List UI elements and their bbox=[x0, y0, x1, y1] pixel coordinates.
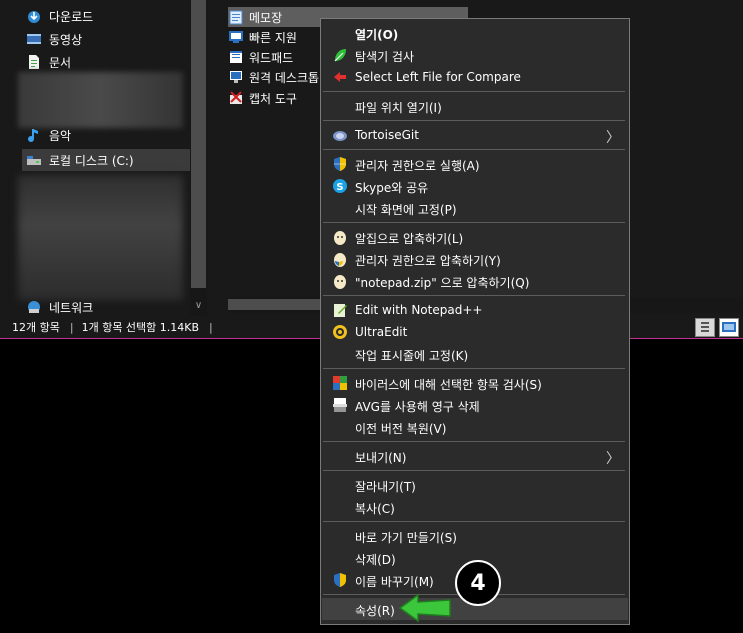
drive-icon bbox=[26, 152, 42, 168]
uac-shield-icon bbox=[332, 156, 348, 172]
menu-item-restore-previous[interactable]: 이전 버전 복원(V) bbox=[322, 416, 628, 438]
nav-scrollbar[interactable]: ∨ bbox=[190, 0, 207, 316]
svg-text:S: S bbox=[336, 182, 343, 193]
menu-item-pin-start[interactable]: 시작 화면에 고정(P) bbox=[322, 197, 628, 219]
remote-desktop-icon bbox=[228, 69, 244, 85]
skype-icon: S bbox=[332, 178, 348, 194]
large-icons-view-icon[interactable] bbox=[719, 318, 739, 337]
quick-assist-icon bbox=[228, 29, 244, 45]
file-item-remote-desktop[interactable]: 원격 데스크톱 bbox=[228, 67, 319, 87]
context-menu: 열기(O) 탐색기 검사 Select Left File for Compar… bbox=[320, 18, 630, 625]
file-item-label: 빠른 지원 bbox=[249, 30, 297, 45]
menu-item-virus-scan[interactable]: 바이러스에 대해 선택한 항목 검사(S) bbox=[322, 372, 628, 394]
status-divider: | bbox=[209, 320, 213, 334]
alzip-admin-icon bbox=[332, 251, 348, 267]
menu-item-ultraedit[interactable]: UltraEdit bbox=[322, 321, 628, 343]
file-item-label: 워드패드 bbox=[249, 50, 294, 65]
menu-separator bbox=[323, 149, 625, 150]
document-icon bbox=[26, 54, 42, 70]
notepad-icon bbox=[228, 9, 244, 25]
menu-item-pin-taskbar[interactable]: 작업 표시줄에 고정(K) bbox=[322, 343, 628, 365]
wordpad-icon bbox=[228, 49, 244, 65]
music-icon bbox=[26, 127, 42, 143]
avg-icon bbox=[332, 375, 348, 391]
menu-item-edit-notepadpp[interactable]: Edit with Notepad++ bbox=[322, 299, 628, 321]
alzip-egg-icon bbox=[332, 229, 348, 245]
scrollbar-thumb[interactable] bbox=[228, 299, 323, 310]
menu-separator bbox=[323, 470, 625, 471]
nav-item-label: 네트워크 bbox=[49, 300, 94, 315]
details-view-icon[interactable] bbox=[695, 318, 715, 337]
menu-item-tortoisegit[interactable]: TortoiseGit 〉 bbox=[322, 124, 628, 146]
menu-separator bbox=[323, 222, 625, 223]
menu-item-select-left-compare[interactable]: Select Left File for Compare bbox=[322, 66, 628, 88]
scrollbar-thumb[interactable] bbox=[191, 0, 206, 288]
nav-item-label: 문서 bbox=[49, 55, 72, 70]
nav-item-videos[interactable]: 동영상 bbox=[26, 28, 82, 50]
file-item-label: 메모장 bbox=[249, 10, 283, 25]
blurred-region bbox=[18, 72, 183, 128]
compare-arrow-icon bbox=[332, 69, 348, 85]
network-icon bbox=[26, 299, 42, 315]
nav-item-label: 다운로드 bbox=[49, 9, 94, 24]
menu-separator bbox=[323, 441, 625, 442]
nav-item-music[interactable]: 음악 bbox=[26, 124, 71, 146]
file-item-wordpad[interactable]: 워드패드 bbox=[228, 47, 293, 67]
chevron-right-icon: 〉 bbox=[606, 451, 620, 467]
nav-item-documents[interactable]: 문서 bbox=[26, 51, 71, 73]
menu-item-create-shortcut[interactable]: 바로 가기 만들기(S) bbox=[322, 525, 628, 547]
menu-separator bbox=[323, 368, 625, 369]
menu-item-admin-compress[interactable]: 관리자 권한으로 압축하기(Y) bbox=[322, 248, 628, 270]
alzip-egg-icon bbox=[332, 273, 348, 289]
pointing-arrow-icon bbox=[398, 593, 451, 623]
status-divider: | bbox=[69, 320, 74, 334]
menu-separator bbox=[323, 91, 625, 92]
scissors-icon bbox=[228, 90, 244, 106]
file-item-quick-assist[interactable]: 빠른 지원 bbox=[228, 27, 297, 47]
tortoisegit-icon bbox=[332, 127, 348, 143]
ultraedit-icon bbox=[332, 324, 348, 340]
file-item-snipping-tool[interactable]: 캡처 도구 bbox=[228, 88, 297, 108]
chevron-right-icon: 〉 bbox=[606, 130, 620, 146]
nav-item-downloads[interactable]: 다운로드 bbox=[26, 5, 93, 27]
menu-item-avg-shred[interactable]: AVG를 사용해 영구 삭제 bbox=[322, 394, 628, 416]
view-toggle bbox=[695, 318, 739, 337]
menu-item-open-file-location[interactable]: 파일 위치 열기(I) bbox=[322, 95, 628, 117]
menu-item-share-skype[interactable]: S Skype와 공유 bbox=[322, 175, 628, 197]
notepadpp-icon bbox=[332, 302, 348, 318]
navigation-pane: 다운로드 동영상 문서 음악 로컬 디스크 (C:) 네트워크 bbox=[0, 0, 192, 316]
selection-info: 1개 항목 선택함 1.14KB bbox=[81, 321, 200, 334]
blurred-region bbox=[18, 175, 183, 300]
file-item-label: 캡처 도구 bbox=[249, 91, 297, 106]
nav-item-label: 동영상 bbox=[49, 32, 83, 47]
menu-separator bbox=[323, 295, 625, 296]
shredder-icon bbox=[332, 397, 348, 413]
nav-item-label: 음악 bbox=[49, 128, 72, 143]
menu-item-compress-notepad-zip[interactable]: "notepad.zip" 으로 압축하기(Q) bbox=[322, 270, 628, 292]
video-icon bbox=[26, 31, 42, 47]
uac-shield-icon bbox=[332, 572, 348, 588]
nav-item-local-disk[interactable]: 로컬 디스크 (C:) bbox=[22, 149, 192, 171]
menu-item-copy[interactable]: 복사(C) bbox=[322, 496, 628, 518]
menu-separator bbox=[323, 120, 625, 121]
menu-separator bbox=[323, 521, 625, 522]
menu-item-alzip-compress[interactable]: 알집으로 압축하기(L) bbox=[322, 226, 628, 248]
menu-item-open[interactable]: 열기(O) bbox=[322, 22, 628, 44]
menu-item-run-as-admin[interactable]: 관리자 권한으로 실행(A) bbox=[322, 153, 628, 175]
menu-item-cut[interactable]: 잘라내기(T) bbox=[322, 474, 628, 496]
antivirus-leaf-icon bbox=[332, 47, 348, 63]
item-count: 12개 항목 bbox=[12, 321, 60, 334]
download-icon bbox=[26, 8, 42, 24]
file-item-label: 원격 데스크톱 bbox=[249, 70, 320, 85]
menu-item-explorer-scan[interactable]: 탐색기 검사 bbox=[322, 44, 628, 66]
nav-item-network[interactable]: 네트워크 bbox=[26, 298, 93, 316]
step-number-badge: 4 bbox=[455, 560, 501, 606]
nav-item-label: 로컬 디스크 (C:) bbox=[49, 153, 134, 168]
menu-item-send-to[interactable]: 보내기(N) 〉 bbox=[322, 445, 628, 467]
chevron-down-icon[interactable]: ∨ bbox=[190, 300, 207, 312]
